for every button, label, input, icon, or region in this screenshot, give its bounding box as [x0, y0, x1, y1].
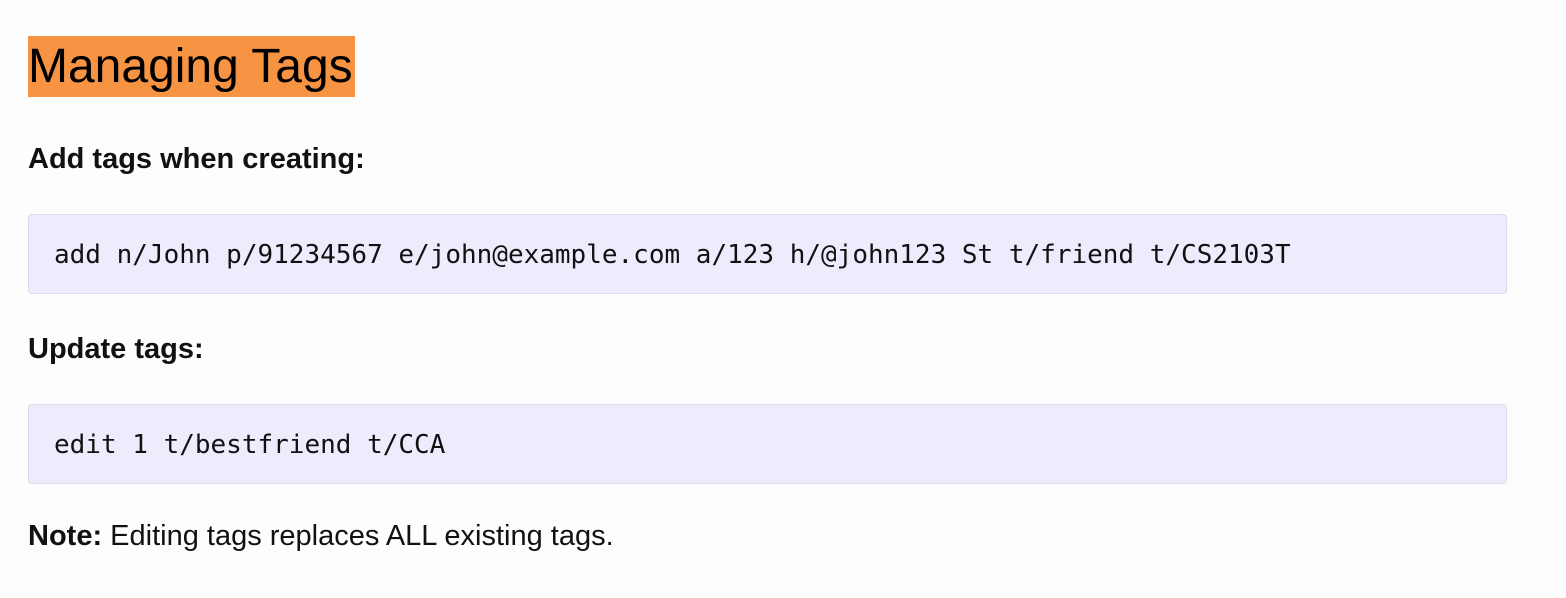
code-edit-command: edit 1 t/bestfriend t/CCA — [54, 430, 446, 460]
note-text: Editing tags replaces ALL existing tags. — [102, 520, 614, 552]
section-heading-update-tags: Update tags: — [28, 333, 204, 365]
code-block-edit-command: edit 1 t/bestfriend t/CCA — [28, 404, 1507, 484]
code-add-command: add n/John p/91234567 e/john@example.com… — [54, 240, 1291, 270]
note-paragraph: Note: Editing tags replaces ALL existing… — [28, 520, 614, 553]
page-title: Managing Tags — [28, 36, 355, 97]
section-heading-add-tags: Add tags when creating: — [28, 143, 365, 175]
note-label: Note: — [28, 520, 103, 552]
code-block-add-command: add n/John p/91234567 e/john@example.com… — [28, 214, 1507, 294]
